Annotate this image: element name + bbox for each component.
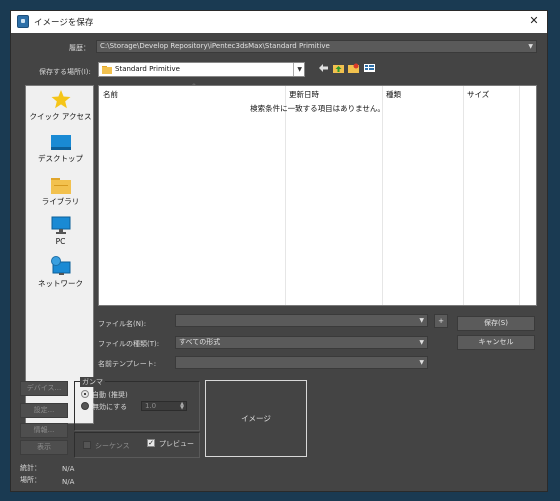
- column-header-modified[interactable]: 更新日時: [289, 89, 319, 100]
- view-menu-icon[interactable]: [364, 63, 375, 73]
- column-header-type[interactable]: 種類: [386, 89, 401, 100]
- image-preview: イメージ: [205, 380, 307, 457]
- info-button[interactable]: 情報...: [20, 423, 68, 438]
- place-label: クイック アクセス: [29, 112, 92, 121]
- spinner-arrows-icon: ▲ ▼: [180, 401, 184, 411]
- close-icon[interactable]: ✕: [527, 14, 541, 28]
- chevron-down-icon: ▼: [419, 339, 424, 346]
- column-separator: [285, 86, 286, 305]
- place-quick-access[interactable]: クイック アクセス: [26, 90, 95, 122]
- save-button[interactable]: 保存(S): [457, 316, 535, 331]
- filetype-combo[interactable]: すべての形式 ▼: [175, 336, 428, 349]
- places-bar: クイック アクセス デスクトップ ライブラリ PC ネットワーク: [25, 85, 94, 424]
- gamma-override-spinner[interactable]: 1.0 ▲ ▼: [141, 401, 187, 411]
- gamma-title: ガンマ: [80, 377, 105, 387]
- gamma-auto-radio[interactable]: [81, 390, 89, 398]
- new-folder-icon[interactable]: [348, 63, 359, 73]
- place-label: PC: [55, 237, 66, 246]
- gamma-override-label: 無効にする: [92, 403, 128, 411]
- gamma-override-value: 1.0: [145, 402, 157, 410]
- column-header-size[interactable]: サイズ: [467, 89, 489, 100]
- up-folder-icon[interactable]: [333, 63, 344, 73]
- sort-caret-icon: ^: [191, 83, 197, 91]
- template-label: 名前テンプレート:: [98, 360, 157, 368]
- column-separator: [382, 86, 383, 305]
- view-button[interactable]: 表示: [20, 440, 68, 455]
- place-pc[interactable]: PC: [26, 216, 95, 246]
- place-network[interactable]: ネットワーク: [26, 256, 95, 289]
- history-combo[interactable]: C:\Storage\Develop Repository\iPentec3ds…: [96, 40, 537, 53]
- chevron-down-icon: ▼: [293, 63, 302, 76]
- gamma-auto-label: 自動 (推奨): [92, 391, 128, 399]
- folder-icon: [102, 66, 112, 74]
- sequence-checkbox[interactable]: [83, 441, 91, 449]
- chevron-down-icon: ▼: [419, 317, 424, 324]
- place-desktop[interactable]: デスクトップ: [26, 134, 95, 164]
- column-separator: [519, 86, 520, 305]
- desktop-icon: [50, 135, 71, 150]
- place-label: デスクトップ: [38, 154, 83, 163]
- window-title: イメージを保存: [34, 18, 94, 28]
- history-label: 履歴：: [69, 44, 90, 52]
- filetype-label: ファイルの種類(T):: [98, 340, 160, 348]
- place-library[interactable]: ライブラリ: [26, 176, 95, 207]
- template-combo[interactable]: ▼: [175, 356, 428, 369]
- stats-value: N/A: [62, 465, 75, 473]
- add-filename-button[interactable]: +: [434, 314, 448, 328]
- history-value: C:\Storage\Develop Repository\iPentec3ds…: [100, 42, 330, 50]
- back-arrow-icon[interactable]: [318, 63, 329, 73]
- save-in-combo[interactable]: Standard Primitive ▼: [98, 62, 305, 77]
- sequence-label: シーケンス: [95, 442, 130, 450]
- app-icon: [17, 15, 29, 28]
- place-label: ライブラリ: [41, 197, 80, 206]
- title-bar: イメージを保存 ✕: [11, 11, 547, 33]
- devices-button[interactable]: デバイス...: [20, 381, 68, 396]
- chevron-down-icon: ▼: [419, 359, 424, 366]
- setup-button[interactable]: 設定...: [20, 403, 68, 418]
- chevron-down-icon: ▼: [528, 43, 533, 50]
- preview-checkbox[interactable]: ✓: [147, 439, 155, 447]
- star-icon: [51, 90, 70, 109]
- cancel-button[interactable]: キャンセル: [457, 335, 535, 350]
- filetype-value: すべての形式: [179, 338, 221, 346]
- column-header-name[interactable]: 名前: [103, 89, 118, 100]
- location-label: 場所：: [20, 476, 41, 484]
- library-icon: [50, 178, 71, 194]
- save-image-dialog: イメージを保存 ✕ 履歴： C:\Storage\Develop Reposit…: [10, 10, 548, 492]
- preview-check-label: プレビュー: [159, 440, 194, 448]
- gamma-override-radio[interactable]: [81, 402, 89, 410]
- file-list[interactable]: ^ 名前 更新日時 種類 サイズ 検索条件に一致する項目はありません。: [98, 83, 537, 306]
- location-value: N/A: [62, 478, 75, 486]
- save-in-label: 保存する場所(I):: [39, 68, 91, 76]
- column-separator: [463, 86, 464, 305]
- filename-label: ファイル名(N):: [98, 320, 147, 328]
- network-icon: [50, 256, 70, 275]
- filename-combo[interactable]: ▼: [175, 314, 428, 327]
- stats-label: 統計：: [20, 464, 41, 472]
- place-label: ネットワーク: [38, 279, 83, 288]
- empty-message: 検索条件に一致する項目はありません。: [250, 104, 385, 113]
- pc-icon: [51, 216, 70, 234]
- save-in-value: Standard Primitive: [115, 65, 180, 73]
